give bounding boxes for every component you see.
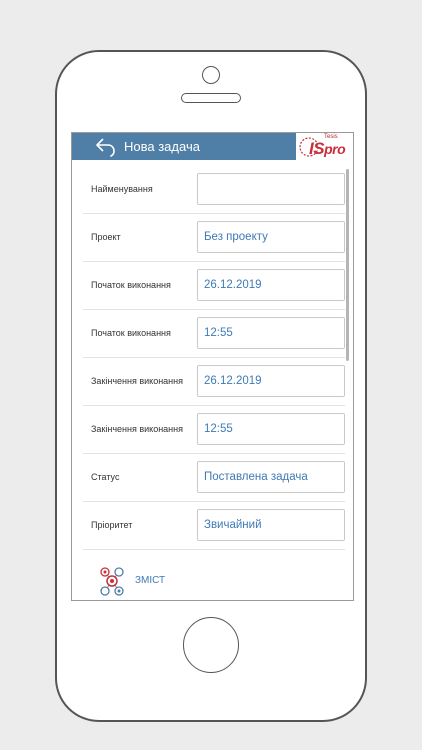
back-arrow-icon[interactable] bbox=[94, 135, 118, 157]
field-label: Пріоритет bbox=[91, 520, 133, 530]
start-date-field[interactable]: 26.12.2019 bbox=[197, 269, 345, 301]
task-targets-icon bbox=[97, 565, 127, 597]
field-label: Статус bbox=[91, 472, 120, 482]
start-time-field[interactable]: 12:55 bbox=[197, 317, 345, 349]
front-camera bbox=[202, 66, 220, 84]
footer-content-link[interactable]: ЗМІСТ bbox=[72, 563, 353, 600]
earpiece-speaker bbox=[181, 93, 241, 103]
project-select[interactable]: Без проекту bbox=[197, 221, 345, 253]
task-form: Найменування Проект Без проекту Початок … bbox=[83, 166, 345, 550]
form-row-end-time: Закінчення виконання 12:55 bbox=[83, 406, 345, 454]
page-title: Нова задача bbox=[124, 139, 200, 154]
form-row-priority: Пріоритет Звичайний bbox=[83, 502, 345, 550]
form-row-name: Найменування bbox=[83, 166, 345, 214]
field-label: Проект bbox=[91, 232, 121, 242]
logo-main-text: ISpro bbox=[309, 139, 346, 158]
form-row-start-time: Початок виконання 12:55 bbox=[83, 310, 345, 358]
form-row-end-date: Закінчення виконання 26.12.2019 bbox=[83, 358, 345, 406]
ispro-logo: Tesis ISpro bbox=[296, 133, 353, 160]
field-label: Закінчення виконання bbox=[91, 424, 183, 434]
form-row-start-date: Початок виконання 26.12.2019 bbox=[83, 262, 345, 310]
field-label: Початок виконання bbox=[91, 280, 171, 290]
field-label: Початок виконання bbox=[91, 328, 171, 338]
zmist-label: ЗМІСТ bbox=[135, 575, 166, 586]
end-time-field[interactable]: 12:55 bbox=[197, 413, 345, 445]
priority-select[interactable]: Звичайний bbox=[197, 509, 345, 541]
form-row-project: Проект Без проекту bbox=[83, 214, 345, 262]
end-date-field[interactable]: 26.12.2019 bbox=[197, 365, 345, 397]
form-row-status: Статус Поставлена задача bbox=[83, 454, 345, 502]
app-screen: Нова задача Tesis ISpro Найменування Про… bbox=[71, 132, 354, 601]
status-select[interactable]: Поставлена задача bbox=[197, 461, 345, 493]
scrollbar[interactable] bbox=[346, 169, 349, 361]
home-button[interactable] bbox=[183, 617, 239, 673]
field-label: Закінчення виконання bbox=[91, 376, 183, 386]
field-label: Найменування bbox=[91, 184, 153, 194]
name-input[interactable] bbox=[197, 173, 345, 205]
app-header: Нова задача Tesis ISpro bbox=[72, 133, 353, 160]
